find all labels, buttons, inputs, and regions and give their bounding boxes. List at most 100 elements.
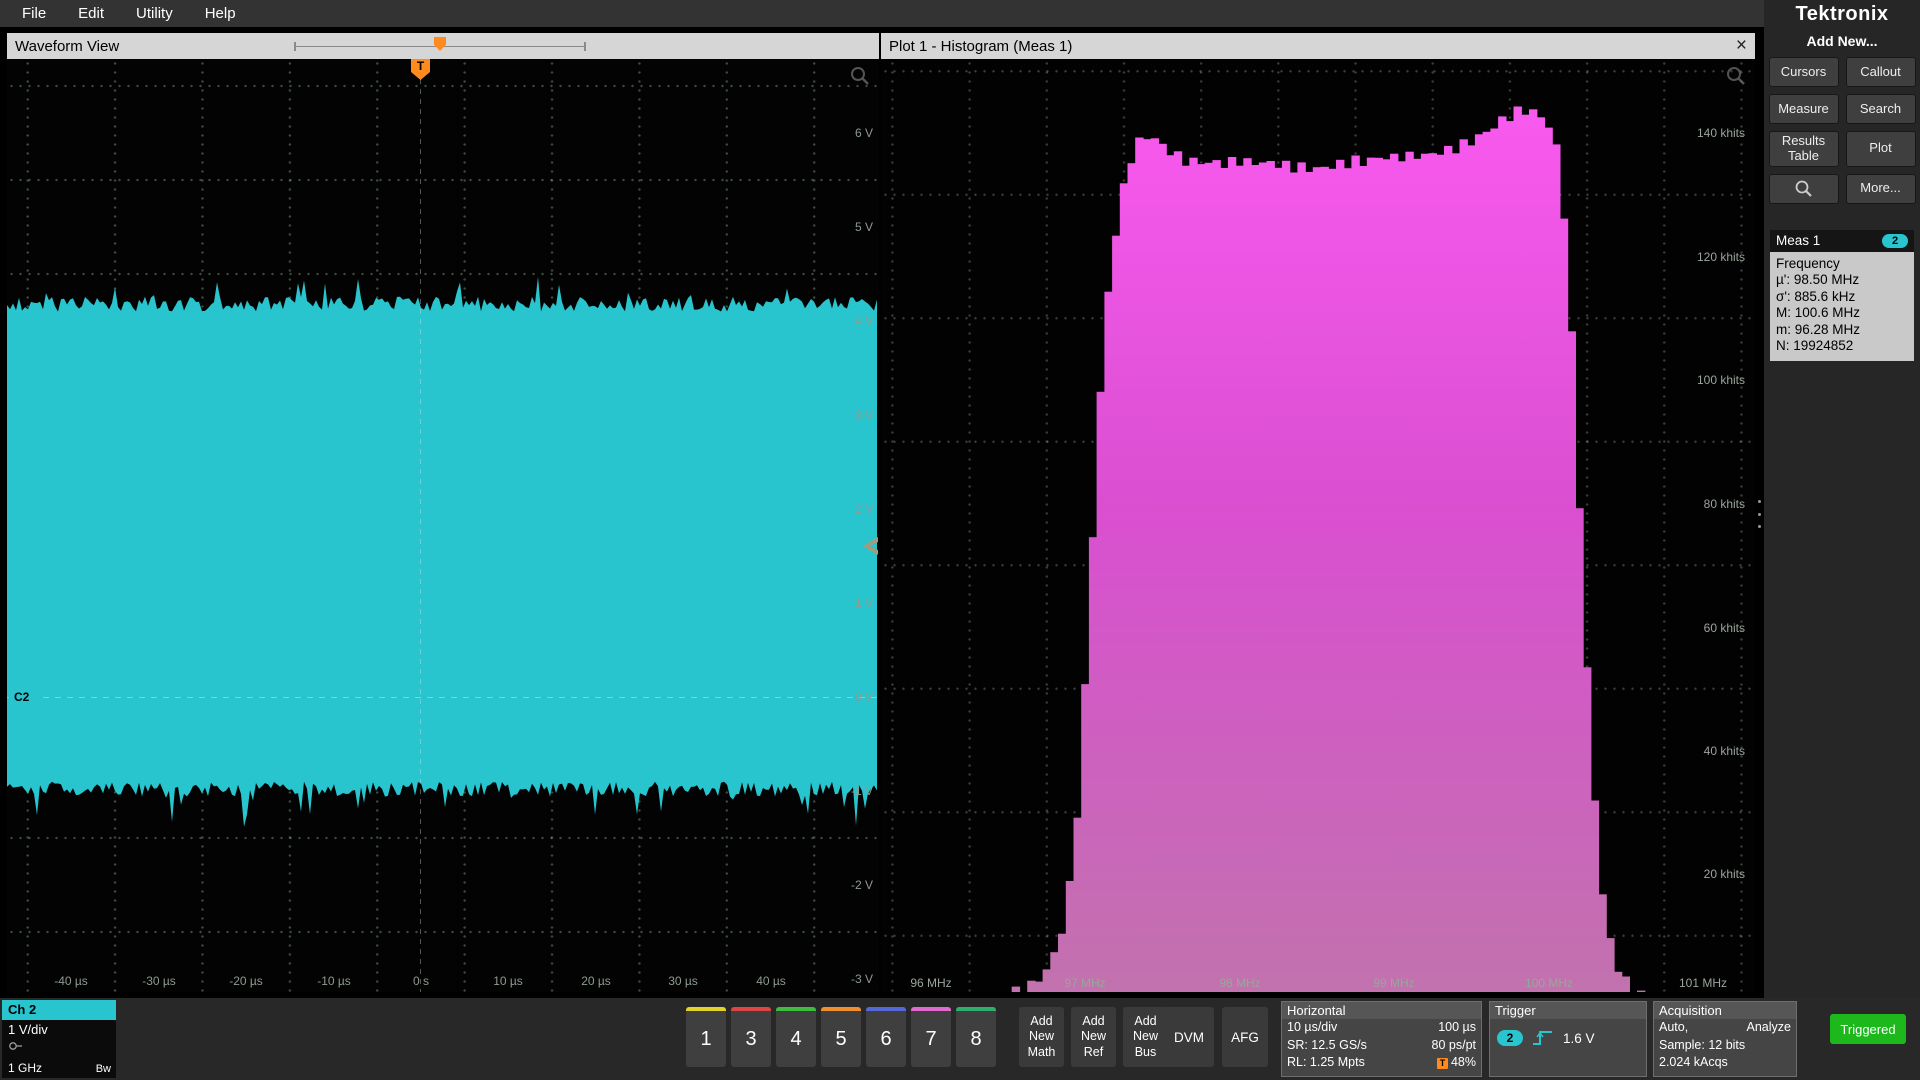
channel-6-button[interactable]: 6 [866, 1007, 906, 1067]
meas1-title: Meas 1 [1776, 233, 1820, 248]
zoom-icon[interactable] [849, 65, 871, 87]
hits-axis-label: 120 khits [1697, 250, 1745, 264]
hits-axis-label: 100 khits [1697, 373, 1745, 387]
trigger-settings-panel[interactable]: Trigger 2 1.6 V [1489, 1001, 1647, 1077]
freq-axis-label: 98 MHz [1219, 976, 1260, 990]
trigger-position-icon: T [1437, 1058, 1448, 1069]
v-axis-label: 3 V [855, 408, 873, 422]
v-axis-label: 4 V [855, 314, 873, 328]
meas1-source-badge: 2 [1882, 234, 1908, 248]
channel-4-button[interactable]: 4 [776, 1007, 816, 1067]
zoom-search-button[interactable] [1769, 174, 1839, 204]
close-icon[interactable]: × [1736, 35, 1747, 57]
menu-bar: File Edit Utility Help [0, 0, 1764, 27]
channel-2-badge[interactable]: Ch 2 1 V/div 1 GHz Bw [2, 1000, 116, 1078]
acquisition-analyze: Analyze [1747, 1019, 1791, 1037]
v-axis-label: 0 V [855, 690, 873, 704]
callout-button[interactable]: Callout [1846, 57, 1916, 87]
channel-2-bandwidth: 1 GHz [8, 1061, 42, 1075]
t-axis-label: -20 µs [229, 974, 263, 988]
magnifier-icon [1794, 179, 1814, 199]
v-axis-label: 5 V [855, 220, 873, 234]
v-axis-label: -2 V [851, 878, 873, 892]
panel-drag-handle[interactable] [1756, 500, 1763, 528]
acquisition-title: Acquisition [1654, 1002, 1796, 1019]
freq-axis-label: 97 MHz [1064, 976, 1105, 990]
v-axis-label: 2 V [855, 502, 873, 516]
channel-8-button[interactable]: 8 [956, 1007, 996, 1067]
horizontal-title: Horizontal [1282, 1002, 1481, 1019]
probe-icon [8, 1040, 24, 1052]
trigger-position-marker-icon[interactable] [434, 37, 446, 51]
plot-button[interactable]: Plot [1846, 131, 1916, 167]
zoom-icon[interactable] [1725, 65, 1747, 87]
v-axis-label: 6 V [855, 126, 873, 140]
trigger-level: 1.6 V [1563, 1031, 1595, 1046]
sample-rate: SR: 12.5 GS/s [1287, 1037, 1367, 1055]
menu-edit[interactable]: Edit [62, 5, 120, 22]
trigger-title: Trigger [1490, 1002, 1646, 1019]
meas1-type: Frequency [1776, 256, 1908, 273]
channel-2-scale: 1 V/div [8, 1022, 110, 1037]
oscilloscope-screen: File Edit Utility Help Waveform View 6 V… [0, 0, 1920, 1080]
menu-file[interactable]: File [6, 5, 62, 22]
t-axis-label: 20 µs [581, 974, 611, 988]
meas1-min: m: 96.28 MHz [1776, 322, 1908, 339]
t-axis-label: -10 µs [317, 974, 351, 988]
channel-7-button[interactable]: 7 [911, 1007, 951, 1067]
plot1-title: Plot 1 - Histogram (Meas 1) [889, 38, 1072, 55]
search-button[interactable]: Search [1846, 94, 1916, 124]
waveform-view-title: Waveform View [15, 38, 119, 55]
horizontal-settings-panel[interactable]: Horizontal 10 µs/div 100 µs SR: 12.5 GS/… [1281, 1001, 1482, 1077]
horizontal-scale: 10 µs/div [1287, 1019, 1337, 1037]
menu-utility[interactable]: Utility [120, 5, 189, 22]
cursors-button[interactable]: Cursors [1769, 57, 1839, 87]
channel-2-name: Ch 2 [2, 1000, 116, 1020]
meas1-badge-card[interactable]: Meas 1 2 Frequency µ': 98.50 MHz σ': 885… [1770, 230, 1914, 361]
horizontal-position-indicator[interactable] [294, 42, 586, 51]
add-new-math-button[interactable]: Add New Math [1019, 1007, 1064, 1067]
t-axis-label: 0 s [413, 974, 429, 988]
hits-axis-label: 80 khits [1704, 497, 1745, 511]
results-table-button[interactable]: Results Table [1769, 131, 1839, 167]
measure-button[interactable]: Measure [1769, 94, 1839, 124]
trigger-source-badge: 2 [1497, 1030, 1523, 1046]
waveform-view-panel: Waveform View 6 V 5 V 4 V 3 V 2 V 1 V 0 … [7, 33, 879, 992]
t-axis-label: 40 µs [756, 974, 786, 988]
add-new-ref-button[interactable]: Add New Ref [1071, 1007, 1116, 1067]
meas1-header: Meas 1 2 [1770, 230, 1914, 252]
dvm-button[interactable]: DVM [1164, 1007, 1214, 1067]
record-length: RL: 1.25 Mpts [1287, 1054, 1365, 1072]
histogram-bars [881, 59, 1755, 992]
trigger-position-percent: 48% [1451, 1055, 1476, 1069]
tektronix-logo: Tektronix [1764, 3, 1920, 26]
add-new-label: Add New... [1764, 33, 1920, 49]
waveform-graticule[interactable]: 6 V 5 V 4 V 3 V 2 V 1 V 0 V -1 V -2 V -3… [7, 59, 879, 992]
v-axis-label: 1 V [855, 596, 873, 610]
channel-3-button[interactable]: 3 [731, 1007, 771, 1067]
meas1-population: N: 19924852 [1776, 338, 1908, 355]
v-axis-label: -1 V [851, 784, 873, 798]
meas1-max: M: 100.6 MHz [1776, 305, 1908, 322]
freq-axis-label: 99 MHz [1373, 976, 1414, 990]
add-new-bus-button[interactable]: Add New Bus [1123, 1007, 1168, 1067]
rising-edge-icon [1532, 1029, 1554, 1047]
ch2-waveform-trace [7, 59, 879, 992]
waveform-view-header: Waveform View [7, 33, 879, 59]
afg-button[interactable]: AFG [1222, 1007, 1268, 1067]
t-axis-label: -40 µs [54, 974, 88, 988]
histogram-graticule[interactable]: 140 khits 120 khits 100 khits 80 khits 6… [881, 59, 1755, 992]
freq-axis-label: 101 MHz [1679, 976, 1727, 990]
meas1-stddev: σ': 885.6 kHz [1776, 289, 1908, 306]
acquisition-settings-panel[interactable]: Acquisition Auto, Analyze Sample: 12 bit… [1653, 1001, 1797, 1077]
channel-1-button[interactable]: 1 [686, 1007, 726, 1067]
hits-axis-label: 60 khits [1704, 621, 1745, 635]
acquisition-sample-bits: Sample: 12 bits [1659, 1037, 1745, 1055]
more-button[interactable]: More... [1846, 174, 1916, 204]
channel-5-button[interactable]: 5 [821, 1007, 861, 1067]
v-axis-label: -3 V [851, 972, 873, 986]
add-object-buttons: Add New Math Add New Ref Add New Bus [1019, 1007, 1168, 1067]
menu-help[interactable]: Help [189, 5, 252, 22]
t-axis-label: 30 µs [668, 974, 698, 988]
trigger-position-cell: T48% [1437, 1054, 1476, 1072]
